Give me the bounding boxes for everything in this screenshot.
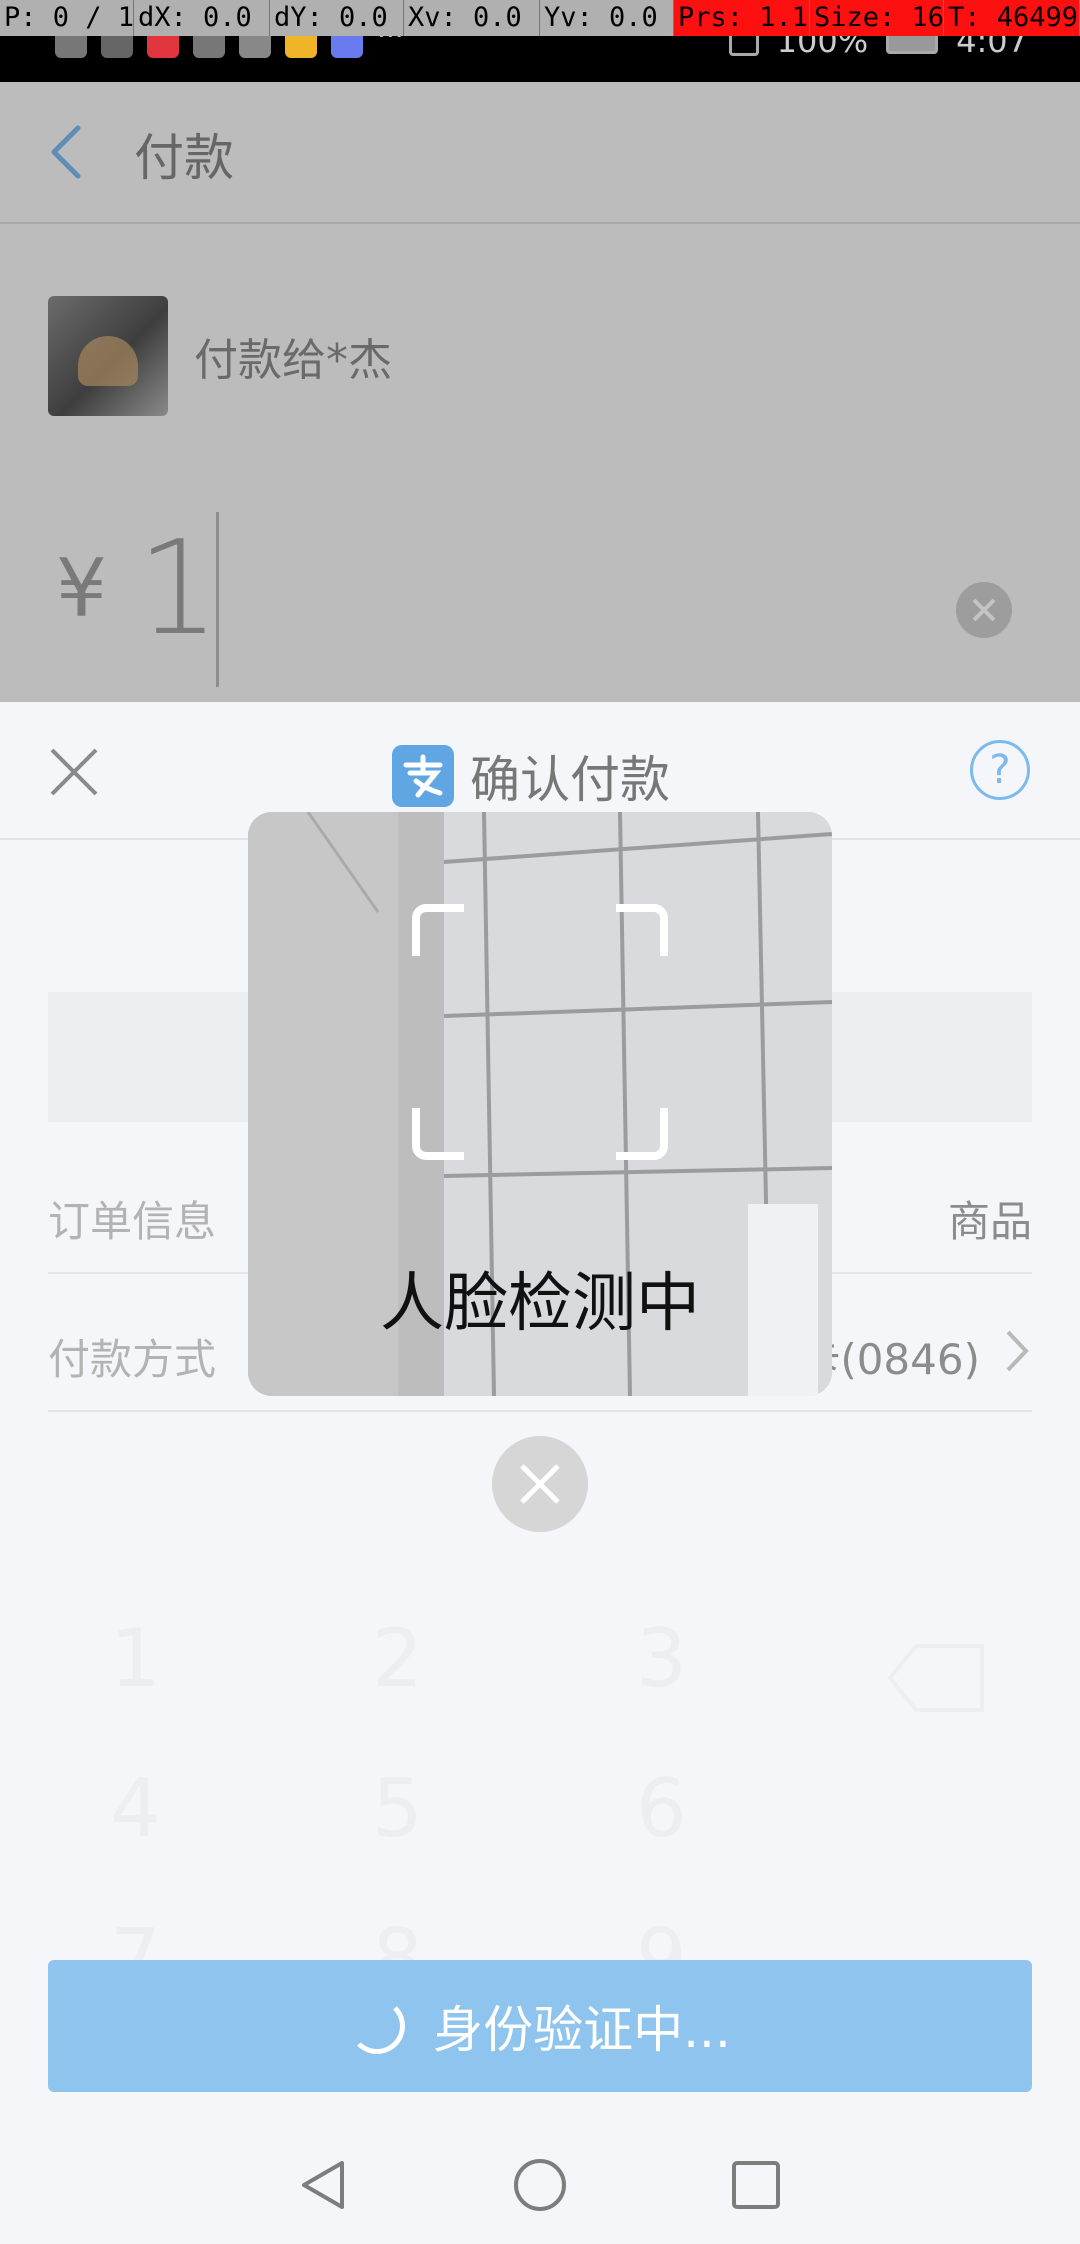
payee-avatar bbox=[48, 296, 168, 416]
debug-dx: dX: 0.0 bbox=[134, 0, 270, 36]
amount-value: 1 bbox=[136, 512, 220, 664]
key-6: 6 bbox=[636, 1762, 687, 1855]
cancel-face-detection-icon[interactable] bbox=[492, 1436, 588, 1532]
scan-corner bbox=[412, 1108, 464, 1160]
face-detection-status: 人脸检测中 bbox=[380, 1267, 700, 1341]
payment-page: 付款 付款给*杰 ¥ 1 bbox=[0, 82, 1080, 702]
debug-pointer: P: 0 / 1 bbox=[0, 0, 134, 36]
help-icon[interactable]: ? bbox=[970, 740, 1030, 800]
key-3: 3 bbox=[636, 1612, 687, 1705]
scan-corner bbox=[616, 1108, 668, 1160]
debug-xv: Xv: 0.0 bbox=[404, 0, 540, 36]
alipay-logo-icon bbox=[392, 745, 454, 807]
nav-back-icon[interactable] bbox=[296, 2157, 352, 2213]
debug-size: Size: 165 bbox=[810, 0, 944, 36]
system-nav-bar bbox=[0, 2126, 1080, 2244]
order-info-label: 订单信息 bbox=[48, 1197, 217, 1246]
backspace-icon bbox=[887, 1644, 984, 1712]
debug-prs: Prs: 1.11 bbox=[674, 0, 810, 36]
pointer-debug-bar: P: 0 / 1 dX: 0.0 dY: 0.0 Xv: 0.0 Yv: 0.0… bbox=[0, 0, 1080, 36]
payment-method-label: 付款方式 bbox=[48, 1335, 217, 1384]
debug-dy: dY: 0.0 bbox=[270, 0, 404, 36]
key-4: 4 bbox=[110, 1762, 161, 1855]
verifying-button[interactable]: 身份验证中... bbox=[48, 1960, 1032, 2092]
nav-home-icon[interactable] bbox=[512, 2157, 568, 2213]
currency-symbol: ¥ bbox=[56, 541, 107, 635]
face-detection-dialog: 人脸检测中 bbox=[248, 812, 832, 1396]
back-arrow-icon[interactable] bbox=[46, 122, 86, 182]
chevron-right-icon bbox=[1006, 1330, 1029, 1372]
page-header: 付款 bbox=[0, 82, 1080, 224]
close-icon[interactable] bbox=[48, 746, 100, 798]
payee-name: 付款给*杰 bbox=[194, 335, 392, 386]
page-title: 付款 bbox=[134, 129, 234, 187]
key-5: 5 bbox=[372, 1762, 423, 1855]
amount-field[interactable]: ¥ 1 bbox=[56, 512, 220, 664]
key-1: 1 bbox=[110, 1612, 161, 1705]
clear-amount-icon[interactable] bbox=[956, 582, 1012, 638]
loading-spinner-icon bbox=[349, 1998, 406, 2054]
face-scan-frame bbox=[412, 904, 668, 1160]
payee-row: 付款给*杰 bbox=[48, 296, 392, 416]
verifying-label: 身份验证中... bbox=[433, 2001, 731, 2059]
sheet-title: 确认付款 bbox=[470, 751, 670, 809]
sheet-title-group: 确认付款 bbox=[392, 740, 670, 812]
text-cursor bbox=[216, 512, 219, 687]
scan-corner bbox=[412, 904, 464, 956]
key-2: 2 bbox=[372, 1612, 423, 1705]
nav-recents-icon[interactable] bbox=[728, 2157, 784, 2213]
debug-t: T: 464995 bbox=[944, 0, 1080, 36]
debug-yv: Yv: 0.0 bbox=[540, 0, 674, 36]
scan-corner bbox=[616, 904, 668, 956]
order-info-value: 商品 bbox=[947, 1197, 1032, 1246]
